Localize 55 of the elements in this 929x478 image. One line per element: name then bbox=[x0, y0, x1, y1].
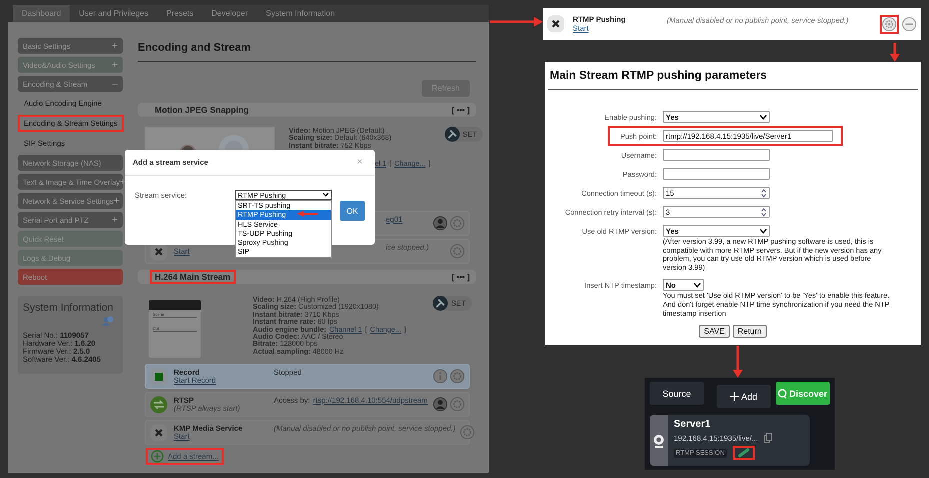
add-button[interactable]: Add bbox=[717, 385, 771, 408]
panel-title: System Information bbox=[23, 302, 114, 314]
user-icon[interactable] bbox=[433, 397, 448, 412]
form-button[interactable]: Return bbox=[732, 325, 767, 338]
remove-icon[interactable] bbox=[902, 16, 917, 32]
spinner-icon[interactable] bbox=[761, 188, 767, 198]
users-icon bbox=[102, 316, 114, 326]
close-icon bbox=[150, 424, 168, 442]
nav-tab[interactable]: System Information bbox=[257, 5, 344, 22]
toggle-sign[interactable]: + bbox=[114, 196, 120, 206]
toggle-sign[interactable]: + bbox=[120, 176, 126, 188]
page-title: Encoding and Stream bbox=[138, 38, 476, 62]
server-name: Server1 bbox=[674, 419, 712, 430]
caret-icon bbox=[760, 114, 767, 120]
plus-circle-icon[interactable] bbox=[151, 450, 164, 463]
spinner-icon[interactable] bbox=[761, 208, 767, 216]
caret-icon bbox=[323, 193, 329, 197]
ok-button[interactable]: OK bbox=[340, 201, 365, 221]
caret-icon bbox=[760, 228, 767, 234]
nav-tab[interactable]: User and Privileges bbox=[70, 5, 158, 22]
annotation-arrow bbox=[890, 43, 900, 62]
annotation-arrow bbox=[733, 346, 743, 378]
toggle-sign[interactable]: + bbox=[112, 60, 118, 70]
close-icon bbox=[547, 15, 565, 33]
section-title: Motion JPEG Snapping bbox=[154, 104, 250, 117]
form-button[interactable]: SAVE bbox=[699, 325, 730, 338]
input-field[interactable] bbox=[663, 149, 770, 161]
source-button[interactable]: Source bbox=[650, 382, 704, 405]
annotation-arrow bbox=[490, 17, 543, 27]
more-button[interactable]: [ ••• ] bbox=[452, 272, 470, 282]
more-button[interactable]: [ ••• ] bbox=[452, 106, 470, 114]
nav-tab[interactable]: Presets bbox=[158, 5, 203, 22]
gear-icon[interactable] bbox=[880, 14, 899, 34]
toggle-sign[interactable]: – bbox=[112, 78, 118, 90]
toggle-sign[interactable]: + bbox=[112, 40, 118, 52]
user-icon[interactable] bbox=[433, 216, 448, 231]
caret-icon bbox=[694, 282, 701, 288]
nav-tab[interactable]: Developer bbox=[202, 5, 258, 22]
info-icon[interactable] bbox=[433, 369, 448, 384]
plus-icon bbox=[730, 392, 740, 401]
webcam-icon bbox=[653, 434, 665, 448]
search-icon bbox=[778, 388, 788, 398]
link-icon[interactable] bbox=[732, 446, 755, 460]
section-title: H.264 Main Stream bbox=[150, 270, 236, 284]
copy-icon[interactable] bbox=[764, 433, 772, 443]
sync-arrows-icon bbox=[150, 396, 168, 414]
discover-button[interactable]: Discover bbox=[776, 382, 830, 405]
stop-icon bbox=[150, 368, 168, 386]
toggle-sign[interactable]: + bbox=[112, 214, 118, 226]
gear-icon[interactable] bbox=[450, 369, 465, 384]
nav-tab[interactable]: Dashboard bbox=[13, 5, 70, 22]
input-field[interactable] bbox=[663, 168, 770, 180]
panel-title: Main Stream RTMP pushing parameters bbox=[548, 62, 918, 90]
annotation-arrow bbox=[297, 211, 318, 217]
close-button[interactable]: × bbox=[357, 157, 363, 168]
